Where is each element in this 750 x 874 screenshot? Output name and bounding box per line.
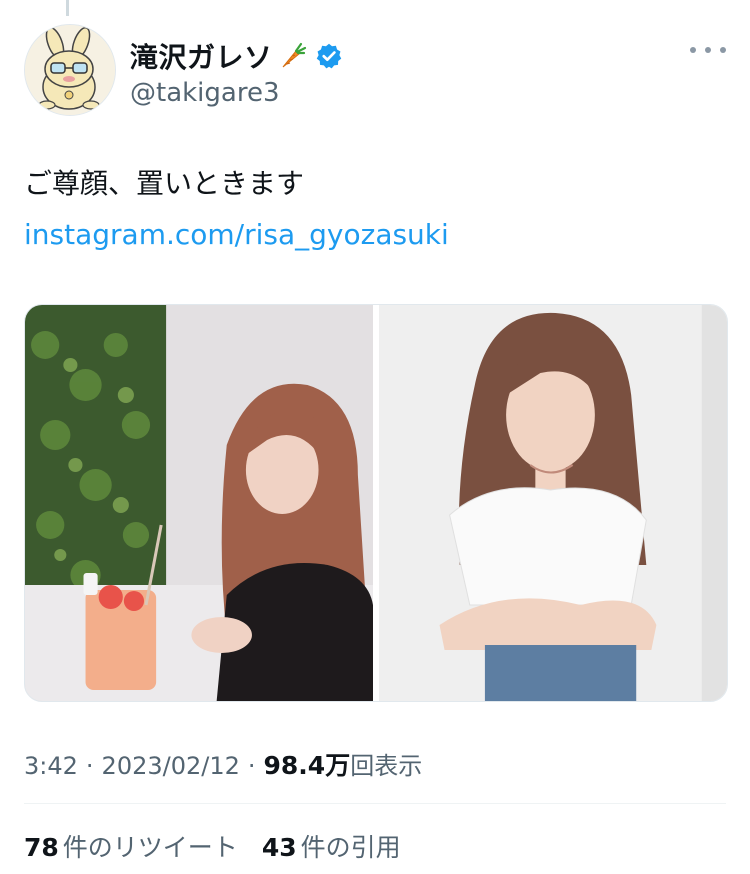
quotes-label: 件の引用 — [300, 833, 401, 862]
more-options-button[interactable] — [690, 38, 726, 62]
quotes-count: 43 — [261, 833, 297, 862]
tweet-stats-row: 78 件のリツイート 43 件の引用 — [24, 828, 425, 864]
tweet-time[interactable]: 3:42 — [24, 752, 78, 780]
avatar[interactable] — [24, 24, 116, 116]
tweet-media-grid — [24, 304, 728, 702]
media-photo-2[interactable] — [379, 305, 727, 701]
thread-connector-line — [66, 0, 69, 16]
tweet-link[interactable]: instagram.com/risa_gyozasuki — [24, 218, 449, 251]
retweets-stat[interactable]: 78 件のリツイート — [24, 828, 238, 864]
avatar-rabbit-illustration — [25, 25, 115, 115]
photo-portrait-image — [379, 305, 727, 701]
author-display-name[interactable]: 滝沢ガレソ — [130, 36, 273, 76]
retweets-count: 78 — [24, 833, 59, 862]
author-handle[interactable]: @takigare3 — [130, 78, 280, 108]
quotes-stat[interactable]: 43 件の引用 — [262, 828, 401, 864]
meta-separator: · — [85, 752, 94, 780]
author-name-row: 滝沢ガレソ — [130, 36, 343, 76]
verified-badge-icon — [316, 43, 341, 69]
meta-separator: · — [247, 752, 256, 780]
divider — [24, 803, 726, 804]
more-dot-icon — [690, 47, 696, 53]
tweet-meta-row: 3:42 · 2023/02/12 · 98.4万 回表示 — [24, 746, 422, 782]
more-dot-icon — [705, 47, 711, 53]
tweet-header: 滝沢ガレソ @takigare3 — [24, 24, 726, 116]
more-dot-icon — [720, 47, 726, 53]
retweets-label: 件のリツイート — [62, 833, 238, 862]
carrot-icon — [282, 42, 306, 68]
tweet-text: ご尊顔、置いときます — [24, 167, 305, 200]
media-photo-1[interactable] — [25, 305, 373, 701]
photo-cafe-drink-image — [25, 305, 373, 701]
views-label: 回表示 — [350, 752, 423, 780]
tweet-date[interactable]: 2023/02/12 — [102, 752, 240, 780]
views-count: 98.4万 — [263, 751, 351, 780]
